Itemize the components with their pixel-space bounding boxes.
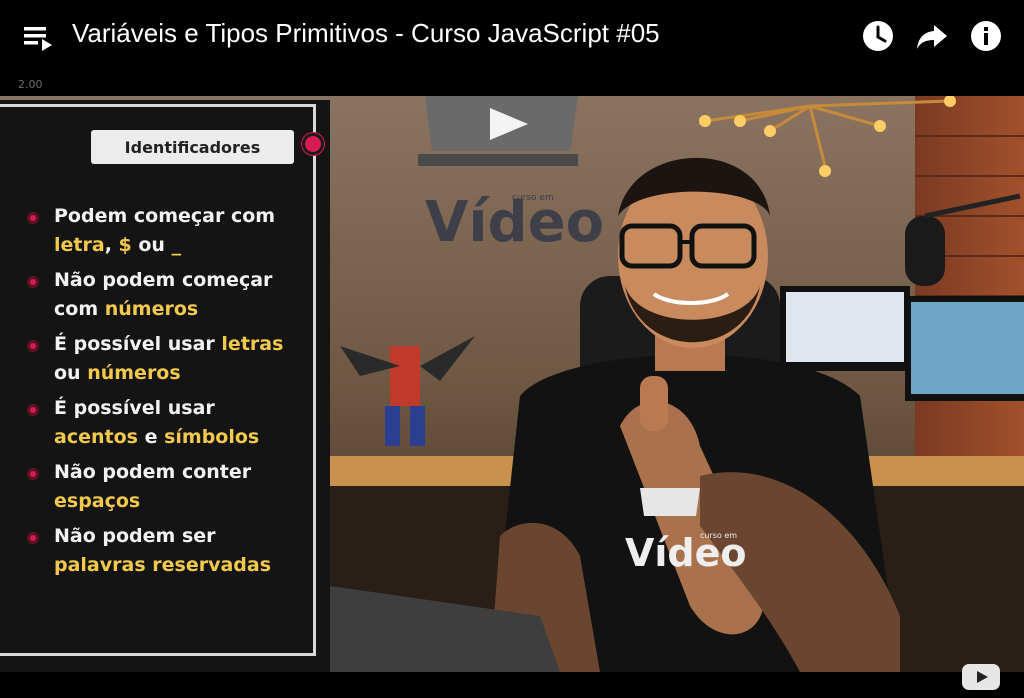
bullet-text-segment: _ [171,234,182,256]
video-title[interactable]: Variáveis e Tipos Primitivos - Curso Jav… [72,18,660,49]
info-icon[interactable] [968,18,1004,54]
slide-bullet: É possível usar acentos e símbolos [27,394,317,458]
bullet-text-segment: letras [221,333,284,355]
bullet-text-line: com números [54,295,317,324]
clock-icon[interactable] [860,18,896,54]
bullet-dot-icon [27,212,39,224]
bullet-text-line: letra, $ ou _ [54,231,317,260]
bullet-dot-icon [27,340,39,352]
bullet-text-segment: com [54,298,105,320]
bullet-text-segment: letra [54,234,105,256]
bullet-text-segment: ou [131,234,172,256]
bullet-text-segment: acentos [54,426,138,448]
bullet-text-segment: $ [118,234,132,256]
bullet-text-segment: É possível usar [54,333,222,355]
bullet-text-line: Não podem começar [54,266,317,295]
slide-bullet: Não podem começar com números [27,266,317,330]
slide-marker-dot [302,133,324,155]
bullet-text-segment: É possível usar [54,397,215,419]
bullet-text-segment: Não podem conter [54,461,252,483]
bullet-dot-icon [27,276,39,288]
bullet-text-segment: espaços [54,490,141,512]
youtube-logo-icon[interactable] [962,664,1000,690]
bullet-text-segment: números [104,298,199,320]
bullet-text-line: acentos e símbolos [54,423,317,452]
bullet-dot-icon [27,404,39,416]
slide-bullet: Não podem ser palavras reservadas [27,522,317,586]
bullet-text-line: Podem começar com [54,202,317,231]
bullet-text-line: É possível usar [54,394,317,423]
share-arrow-icon[interactable] [914,18,950,54]
bullet-text-segment: , [104,234,119,256]
bullet-text-line: palavras reservadas [54,551,317,580]
bullet-text-segment: e [137,426,165,448]
bullet-text-segment: símbolos [164,426,260,448]
slide-bullet: Não podem conter espaços [27,458,317,522]
bullet-text-segment: ou [54,362,88,384]
slide-heading: Identificadores [91,130,294,164]
bullet-text-segment: Não podem começar [54,269,273,291]
svg-text:curso em: curso em [700,531,737,540]
bullet-text-segment: Não podem ser [54,525,216,547]
wall-logo [418,96,578,166]
bullet-text-line: espaços [54,487,317,516]
slide-bullet: Podem começar com letra, $ ou _ [27,202,317,266]
player-top-bar: Variáveis e Tipos Primitivos - Curso Jav… [0,0,1024,75]
player-bottom-bar [0,672,1024,698]
slide-bullet: É possível usar letras ou números [27,330,317,394]
bullet-dot-icon [27,468,39,480]
bullet-text-line: Não podem conter [54,458,317,487]
svg-text:curso em: curso em [512,193,554,203]
slide-bullet-list: Podem começar com letra, $ ou _ Não podem … [27,202,317,586]
bullet-text-segment: palavras reservadas [54,554,272,576]
playback-speed: 2.00 [18,78,43,91]
bullet-dot-icon [27,532,39,544]
bullet-text-segment: Podem começar com [54,205,276,227]
playlist-icon[interactable] [22,24,56,52]
bullet-text-line: Não podem ser [54,522,317,551]
bullet-text-line: ou números [54,359,317,388]
bullet-text-line: É possível usar letras [54,330,317,359]
bullet-text-segment: números [87,362,181,384]
